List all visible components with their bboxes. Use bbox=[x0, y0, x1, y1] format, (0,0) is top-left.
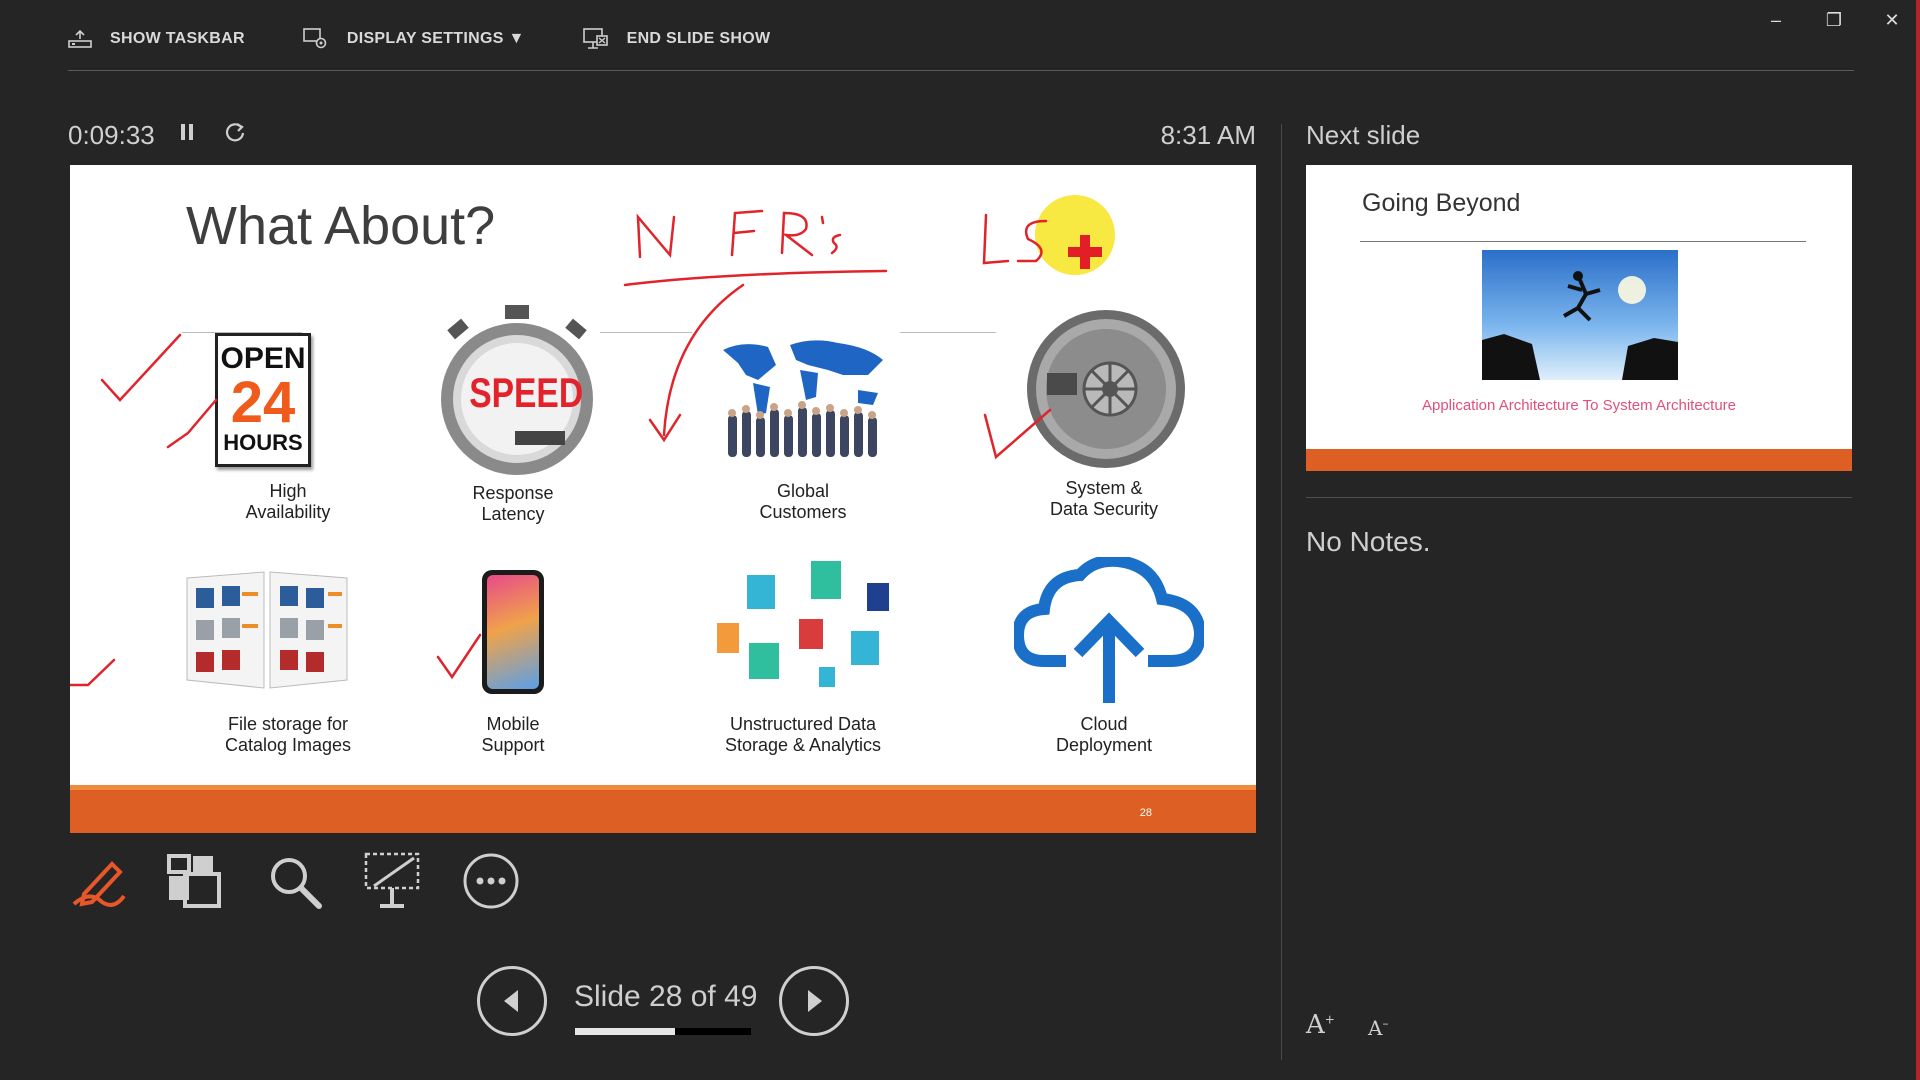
next-slide-label: Next slide bbox=[1306, 120, 1421, 150]
highlighter-mark bbox=[1035, 195, 1115, 275]
slide-footer-bar: 28 bbox=[70, 785, 1256, 833]
zoom-button[interactable] bbox=[263, 850, 325, 917]
ink-stroke bbox=[166, 398, 218, 449]
see-all-slides-button[interactable] bbox=[163, 850, 225, 917]
ink-stroke bbox=[623, 269, 888, 287]
show-taskbar-label: SHOW TASKBAR bbox=[110, 30, 245, 47]
black-screen-icon bbox=[364, 852, 420, 908]
presenter-view: SHOW TASKBAR DISPLAY SETTINGS ▼ END SLID… bbox=[0, 0, 1920, 1080]
ink-stroke bbox=[820, 215, 842, 255]
next-slide-image bbox=[1482, 250, 1678, 380]
ink-stroke bbox=[100, 333, 182, 402]
speaker-notes: No Notes. bbox=[1306, 526, 1431, 557]
minimize-button[interactable]: – bbox=[1760, 8, 1792, 32]
slide-progress-bar bbox=[575, 1028, 751, 1035]
ink-stroke bbox=[436, 633, 482, 680]
previous-slide-button[interactable] bbox=[477, 966, 547, 1036]
arrow-right-icon bbox=[808, 990, 822, 1012]
decrease-font-icon: A bbox=[1368, 1016, 1383, 1040]
jump-illustration-icon bbox=[1482, 271, 1678, 380]
ink-stroke bbox=[636, 213, 676, 259]
black-screen-button[interactable] bbox=[362, 850, 424, 917]
ink-stroke bbox=[982, 213, 1010, 265]
next-slide-divider bbox=[1360, 241, 1806, 242]
toolbar-divider bbox=[68, 70, 1854, 71]
more-icon bbox=[463, 853, 519, 909]
ink-stroke bbox=[780, 211, 814, 257]
pane-divider bbox=[1281, 124, 1282, 1060]
ink-strokes bbox=[70, 209, 1052, 687]
increase-font-button[interactable]: A+ bbox=[1306, 1010, 1335, 1040]
presenter-toolbar: SHOW TASKBAR DISPLAY SETTINGS ▼ END SLID… bbox=[68, 22, 828, 56]
next-slide-preview[interactable]: Going Beyond Application Architecture To… bbox=[1306, 165, 1852, 471]
restore-icon: ❐ bbox=[1825, 9, 1843, 30]
arrow-left-icon bbox=[504, 990, 518, 1012]
show-taskbar-button[interactable]: SHOW TASKBAR bbox=[68, 29, 245, 49]
pause-icon bbox=[181, 124, 193, 140]
ink-stroke bbox=[70, 658, 116, 687]
close-button[interactable]: ✕ bbox=[1876, 8, 1908, 32]
slide-page-number: 28 bbox=[1139, 807, 1152, 819]
pen-tool-button[interactable] bbox=[68, 850, 130, 917]
ink-stroke bbox=[730, 209, 764, 257]
elapsed-timer: 0:09:33 bbox=[68, 120, 155, 150]
display-settings-button[interactable]: DISPLAY SETTINGS ▼ bbox=[303, 28, 525, 50]
current-time: 8:31 AM bbox=[1160, 120, 1256, 150]
next-slide-button[interactable] bbox=[779, 966, 849, 1036]
slide-progress-fill bbox=[575, 1028, 676, 1035]
ink-annotations bbox=[70, 195, 1115, 687]
ink-stroke bbox=[648, 283, 745, 443]
next-slide-footer-bar bbox=[1306, 449, 1852, 471]
magnifier-icon bbox=[271, 858, 322, 909]
end-show-icon bbox=[582, 28, 608, 49]
next-slide-title: Going Beyond bbox=[1362, 189, 1521, 217]
taskbar-icon bbox=[68, 29, 92, 48]
restore-button[interactable]: ❐ bbox=[1818, 8, 1850, 32]
decrease-font-button[interactable]: A– bbox=[1368, 1016, 1388, 1040]
end-slide-show-button[interactable]: END SLIDE SHOW bbox=[582, 28, 771, 50]
ink-stroke bbox=[983, 408, 1052, 460]
notes-divider bbox=[1306, 497, 1852, 498]
restart-icon bbox=[225, 123, 245, 142]
display-settings-icon bbox=[303, 28, 327, 49]
slide-counter: Slide 28 of 49 bbox=[574, 980, 758, 1013]
minimize-icon: – bbox=[1770, 9, 1781, 30]
end-slide-show-label: END SLIDE SHOW bbox=[626, 30, 771, 47]
pause-timer-button[interactable] bbox=[180, 123, 194, 146]
increase-font-icon: A bbox=[1306, 1010, 1325, 1040]
current-slide[interactable]: What About? OPEN 24 HOURS SPEED High Ava… bbox=[70, 165, 1256, 833]
slides-grid-icon bbox=[167, 854, 221, 908]
next-slide-subtitle: Application Architecture To System Archi… bbox=[1421, 397, 1737, 414]
close-icon: ✕ bbox=[1884, 9, 1900, 30]
restart-timer-button[interactable] bbox=[224, 121, 246, 148]
pen-icon bbox=[72, 861, 126, 907]
more-options-button[interactable] bbox=[460, 850, 522, 917]
display-settings-label: DISPLAY SETTINGS ▼ bbox=[346, 30, 525, 47]
